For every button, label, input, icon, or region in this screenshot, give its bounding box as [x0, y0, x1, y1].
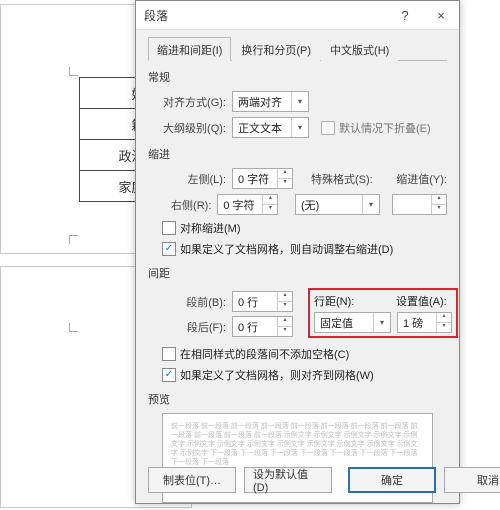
- at-spacing-label: 设置值(A):: [396, 293, 452, 309]
- special-indent-value: (无): [296, 197, 362, 213]
- mirror-indent-label: 对称缩进(M): [180, 220, 241, 236]
- spin-up-icon[interactable]: ▴: [278, 292, 292, 302]
- dialog-tabs: 缩进和间距(I) 换行和分页(P) 中文版式(H): [148, 36, 447, 61]
- spin-up-icon[interactable]: ▴: [263, 195, 277, 205]
- chevron-down-icon: ▾: [291, 92, 308, 111]
- checkbox-icon: [321, 121, 335, 135]
- margin-marker: [69, 67, 78, 76]
- left-indent-value: 0 字符: [233, 171, 277, 187]
- checkbox-icon: [162, 221, 176, 235]
- dialog-title: 段落: [136, 7, 387, 24]
- collapse-checkbox: 默认情况下折叠(E): [321, 120, 431, 136]
- auto-adjust-indent-checkbox[interactable]: ✓ 如果定义了文档网格，则自动调整右缩进(D): [162, 241, 393, 257]
- checkbox-icon: ✓: [162, 242, 176, 256]
- spin-down-icon[interactable]: ▾: [278, 302, 292, 311]
- cancel-button[interactable]: 取消: [444, 467, 500, 493]
- spin-down-icon[interactable]: ▾: [437, 323, 451, 332]
- before-spacing-label: 段前(B):: [162, 294, 226, 310]
- margin-marker: [69, 235, 78, 244]
- spin-up-icon[interactable]: ▴: [278, 169, 292, 179]
- by-indent-label: 缩进值(Y):: [396, 171, 447, 187]
- checkbox-icon: ✓: [162, 368, 176, 382]
- at-spacing-spinner[interactable]: 1 磅 ▴▾: [397, 312, 452, 333]
- tab-indent-spacing[interactable]: 缩进和间距(I): [148, 37, 231, 61]
- group-indent: 缩进: [148, 146, 447, 162]
- special-indent-label: 特殊格式(S):: [311, 171, 373, 187]
- help-button[interactable]: ?: [387, 1, 423, 29]
- group-spacing: 间距: [148, 265, 447, 281]
- alignment-select[interactable]: 两端对齐 ▾: [232, 91, 309, 112]
- spin-up-icon[interactable]: ▴: [437, 313, 451, 323]
- left-indent-spinner[interactable]: 0 字符 ▴▾: [232, 168, 293, 189]
- line-spacing-select[interactable]: 固定值 ▾: [314, 312, 391, 333]
- checkbox-icon: [162, 347, 176, 361]
- before-spacing-spinner[interactable]: 0 行 ▴▾: [232, 291, 293, 312]
- left-indent-label: 左侧(L):: [162, 171, 226, 187]
- group-general: 常规: [148, 69, 447, 85]
- group-preview: 预览: [148, 391, 447, 407]
- line-spacing-label: 行距(N):: [314, 293, 390, 309]
- tab-line-page-breaks[interactable]: 换行和分页(P): [232, 37, 320, 61]
- spin-up-icon[interactable]: ▴: [278, 317, 292, 327]
- workspace: 姓名↩ 籍贯↩ 政治面貌↩ 家庭住址↩ u 育 段落 ? × 缩进和间距(I) …: [0, 0, 500, 510]
- chevron-down-icon: ▾: [362, 195, 379, 214]
- right-indent-label: 右侧(R):: [162, 197, 211, 213]
- no-space-same-style-label: 在相同样式的段落间不添加空格(C): [180, 346, 349, 362]
- spin-up-icon[interactable]: ▴: [432, 195, 446, 205]
- line-spacing-value: 固定值: [315, 315, 373, 331]
- tabs-button[interactable]: 制表位(T)…: [148, 467, 236, 493]
- set-default-button[interactable]: 设为默认值(D): [244, 467, 332, 493]
- spin-down-icon[interactable]: ▾: [278, 327, 292, 336]
- close-button[interactable]: ×: [423, 1, 459, 29]
- line-spacing-highlight: 行距(N): 设置值(A): 固定值 ▾ 1 磅 ▴▾: [308, 288, 458, 338]
- right-indent-value: 0 字符: [218, 197, 262, 213]
- collapse-label: 默认情况下折叠(E): [339, 120, 431, 136]
- special-indent-select[interactable]: (无) ▾: [295, 194, 380, 215]
- alignment-value: 两端对齐: [233, 94, 291, 110]
- auto-adjust-indent-label: 如果定义了文档网格，则自动调整右缩进(D): [180, 241, 393, 257]
- outline-value: 正文文本: [233, 120, 291, 136]
- outline-label: 大纲级别(Q):: [162, 120, 226, 136]
- after-spacing-value: 0 行: [233, 319, 277, 335]
- after-spacing-spinner[interactable]: 0 行 ▴▾: [232, 316, 293, 337]
- snap-to-grid-label: 如果定义了文档网格，则对齐到网格(W): [180, 367, 374, 383]
- outline-select[interactable]: 正文文本 ▾: [232, 117, 309, 138]
- mirror-indent-checkbox[interactable]: 对称缩进(M): [162, 220, 241, 236]
- paragraph-dialog: 段落 ? × 缩进和间距(I) 换行和分页(P) 中文版式(H) 常规 对齐方式…: [135, 0, 460, 504]
- tab-asian-typography[interactable]: 中文版式(H): [321, 37, 398, 61]
- alignment-label: 对齐方式(G):: [162, 94, 226, 110]
- chevron-down-icon: ▾: [291, 118, 308, 137]
- chevron-down-icon: ▾: [373, 313, 390, 332]
- no-space-same-style-checkbox[interactable]: 在相同样式的段落间不添加空格(C): [162, 346, 349, 362]
- spin-down-icon[interactable]: ▾: [263, 205, 277, 214]
- snap-to-grid-checkbox[interactable]: ✓ 如果定义了文档网格，则对齐到网格(W): [162, 367, 374, 383]
- by-indent-spinner[interactable]: ▴▾: [392, 194, 447, 215]
- ok-button[interactable]: 确定: [348, 467, 436, 493]
- spin-down-icon[interactable]: ▾: [432, 205, 446, 214]
- dialog-titlebar[interactable]: 段落 ? ×: [136, 1, 459, 30]
- spin-down-icon[interactable]: ▾: [278, 179, 292, 188]
- before-spacing-value: 0 行: [233, 294, 277, 310]
- at-spacing-value: 1 磅: [398, 315, 436, 331]
- after-spacing-label: 段后(F):: [162, 319, 226, 335]
- margin-marker: [69, 323, 78, 332]
- right-indent-spinner[interactable]: 0 字符 ▴▾: [217, 194, 278, 215]
